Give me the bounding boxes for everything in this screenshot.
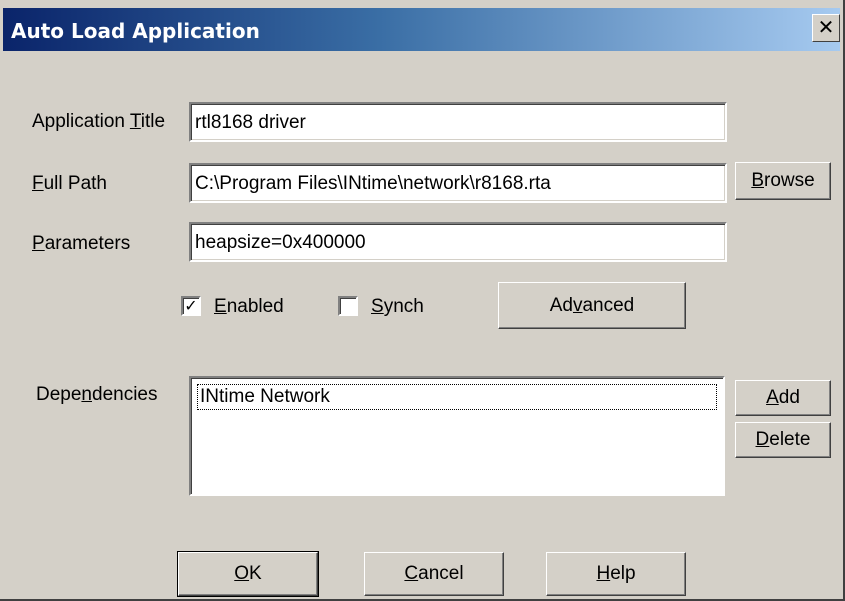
- close-button[interactable]: ✕: [812, 14, 840, 42]
- auto-load-dialog: Auto Load Application ✕ Application Titl…: [0, 0, 845, 601]
- list-item[interactable]: INtime Network: [197, 384, 717, 410]
- help-button[interactable]: Help: [546, 552, 686, 596]
- dependencies-label: Dependencies: [36, 384, 158, 405]
- close-icon: ✕: [817, 15, 835, 39]
- synch-checkbox[interactable]: [338, 296, 358, 316]
- full-path-label: Full Path: [32, 173, 107, 194]
- ok-button[interactable]: OK: [177, 551, 319, 597]
- enabled-checkbox[interactable]: ✓: [181, 296, 201, 316]
- title-bar: Auto Load Application ✕: [3, 8, 840, 51]
- cancel-button[interactable]: Cancel: [364, 552, 504, 596]
- advanced-button[interactable]: Advanced: [498, 282, 686, 329]
- dependencies-list[interactable]: INtime Network: [189, 376, 725, 496]
- delete-button[interactable]: Delete: [735, 422, 831, 458]
- enabled-label[interactable]: Enabled: [214, 296, 284, 318]
- browse-button[interactable]: Browse: [735, 162, 831, 200]
- add-button[interactable]: Add: [735, 380, 831, 416]
- window-title: Auto Load Application: [11, 19, 260, 43]
- parameters-field[interactable]: heapsize=0x400000: [189, 222, 727, 262]
- application-title-label: Application Title: [32, 111, 166, 132]
- checkmark-icon: ✓: [184, 296, 198, 315]
- parameters-label: Parameters: [32, 233, 131, 254]
- synch-label[interactable]: Synch: [371, 296, 424, 318]
- full-path-field[interactable]: C:\Program Files\INtime\network\r8168.rt…: [189, 163, 727, 203]
- application-title-field[interactable]: rtl8168 driver: [189, 102, 727, 142]
